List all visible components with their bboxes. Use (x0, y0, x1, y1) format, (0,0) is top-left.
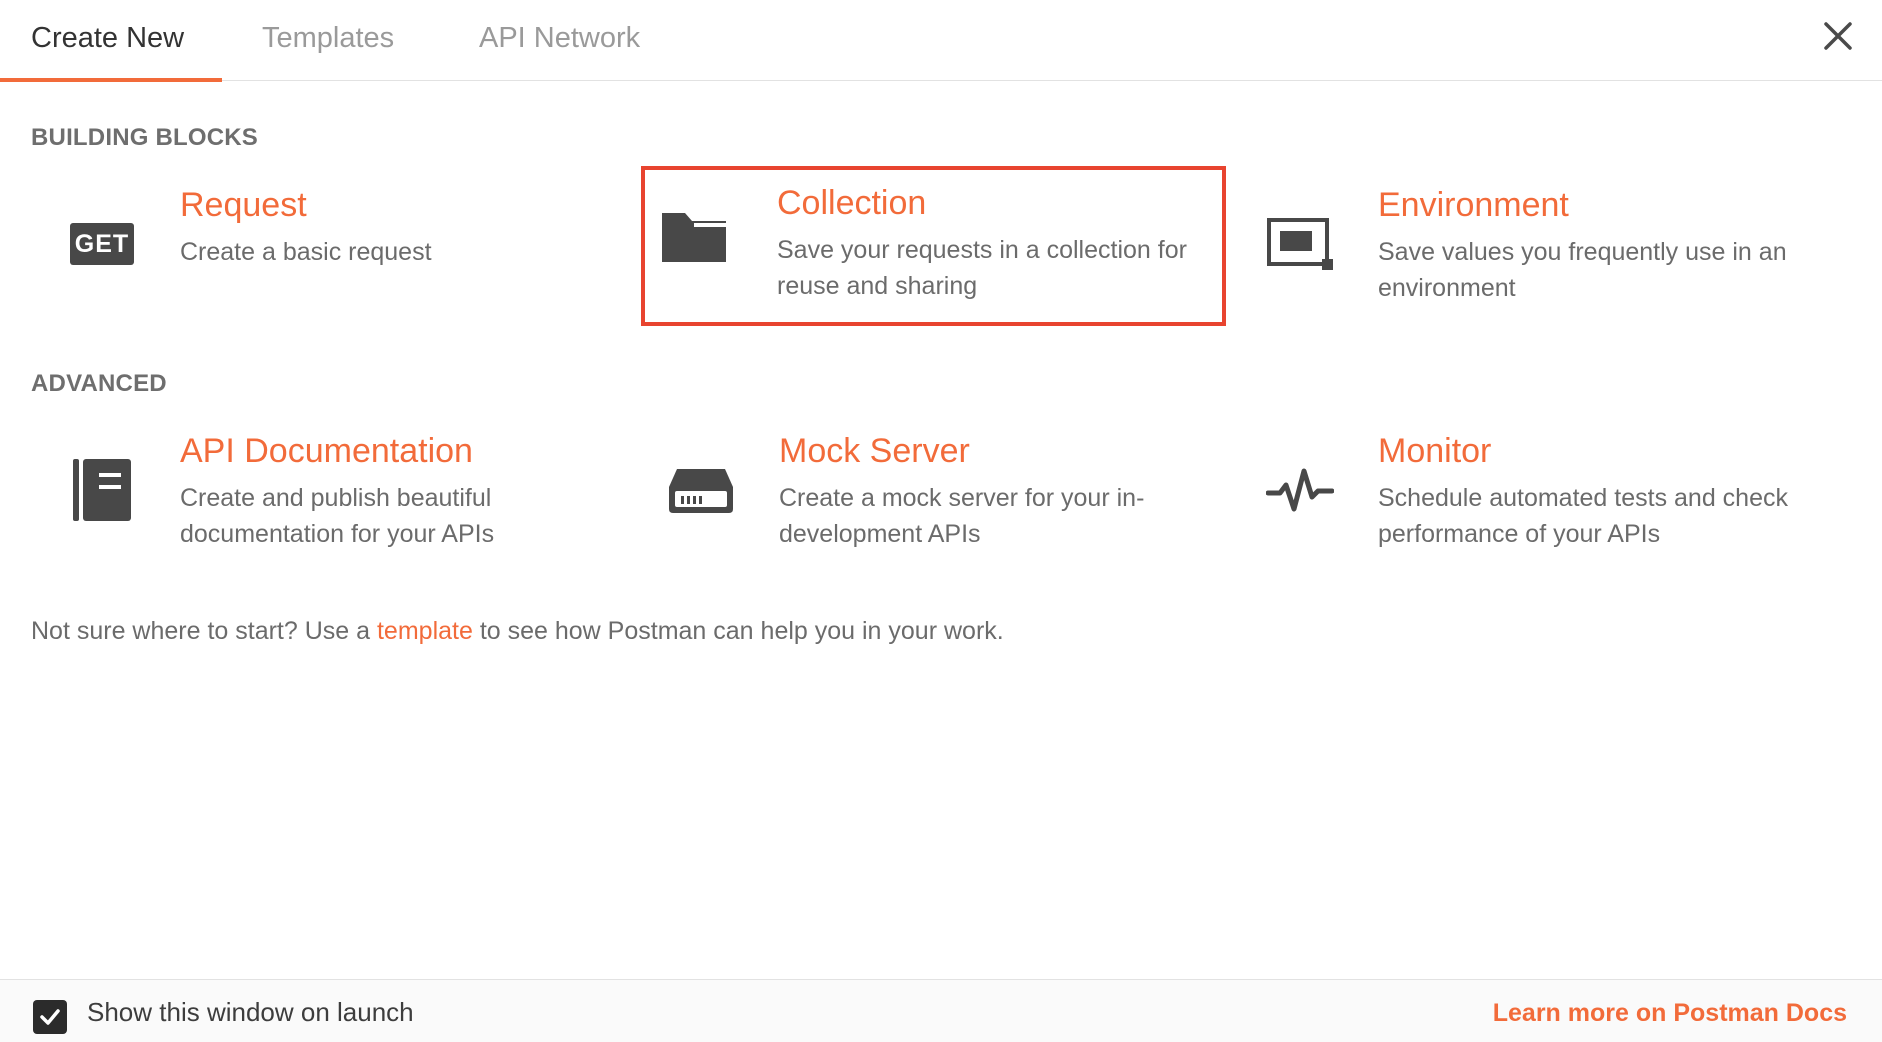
template-hint: Not sure where to start? Use a template … (31, 617, 1004, 646)
create-api-documentation-card[interactable]: API Documentation Create and publish bea… (46, 419, 626, 573)
folder-icon (659, 204, 729, 270)
pulse-icon (1265, 457, 1335, 523)
server-icon (666, 457, 736, 523)
card-description: Save your requests in a collection for r… (777, 236, 1187, 300)
section-heading-building-blocks: BUILDING BLOCKS (31, 124, 258, 151)
tab-bar: Create New Templates API Network (0, 0, 1882, 82)
show-on-launch-checkbox[interactable] (33, 1000, 67, 1034)
card-title: Request (180, 186, 307, 224)
dialog-footer: Show this window on launch Learn more on… (0, 979, 1882, 1042)
show-on-launch-label[interactable]: Show this window on launch (87, 997, 414, 1028)
create-request-card[interactable]: GET Request Create a basic request (46, 173, 626, 327)
create-new-dialog: Create New Templates API Network BUILDIN… (0, 0, 1882, 1042)
postman-docs-link[interactable]: Learn more on Postman Docs (1493, 999, 1847, 1028)
card-description: Schedule automated tests and check perfo… (1378, 484, 1788, 548)
section-heading-advanced: ADVANCED (31, 370, 167, 397)
tab-create-new[interactable]: Create New (0, 0, 222, 82)
card-title: Collection (777, 184, 927, 222)
checkmark-icon (40, 1009, 60, 1025)
card-title: API Documentation (180, 432, 473, 470)
template-link[interactable]: template (377, 617, 473, 645)
hint-text-after: to see how Postman can help you in your … (472, 617, 1004, 645)
create-mock-server-card[interactable]: Mock Server Create a mock server for you… (645, 419, 1225, 573)
close-icon[interactable] (1820, 18, 1856, 54)
card-title: Monitor (1378, 432, 1492, 470)
hint-text-before: Not sure where to start? Use a (31, 617, 377, 645)
tab-templates[interactable]: Templates (262, 0, 394, 81)
environment-icon (1265, 211, 1335, 277)
get-icon: GET (67, 211, 137, 277)
card-title: Mock Server (779, 432, 970, 470)
get-badge: GET (70, 223, 134, 265)
documentation-icon (67, 457, 137, 523)
create-collection-card[interactable]: Collection Save your requests in a colle… (641, 166, 1226, 326)
create-environment-card[interactable]: Environment Save values you frequently u… (1244, 173, 1824, 327)
card-title: Environment (1378, 186, 1569, 224)
card-description: Create and publish beautiful documentati… (180, 484, 495, 548)
create-monitor-card[interactable]: Monitor Schedule automated tests and che… (1244, 419, 1824, 573)
tab-api-network[interactable]: API Network (479, 0, 640, 81)
card-description: Create a mock server for your in-develop… (779, 484, 1145, 548)
card-description: Save values you frequently use in an env… (1378, 238, 1787, 302)
card-description: Create a basic request (180, 238, 432, 266)
